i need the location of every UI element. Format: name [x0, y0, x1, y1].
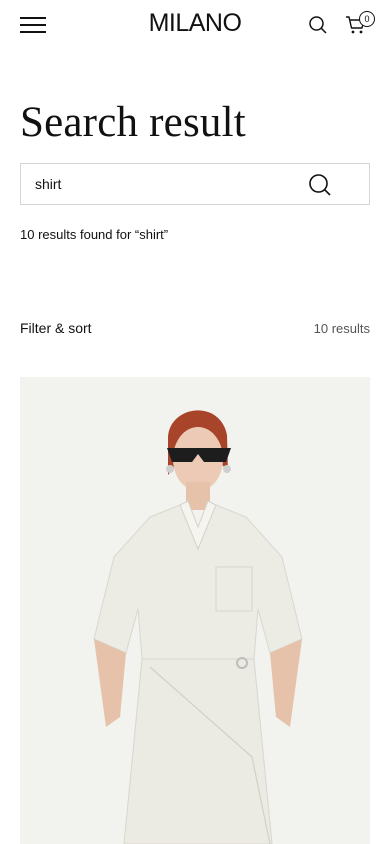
search-icon[interactable] [308, 15, 328, 35]
search-input[interactable] [35, 164, 305, 204]
results-count: 10 results [313, 321, 370, 336]
site-header: MILANO 0 [0, 0, 390, 50]
product-card[interactable] [20, 377, 370, 844]
search-field [20, 163, 370, 205]
filter-sort-button[interactable]: Filter & sort [20, 320, 92, 336]
cart-count-badge[interactable]: 0 [359, 11, 375, 27]
page-title: Search result [20, 99, 246, 146]
product-image[interactable] [20, 377, 370, 844]
results-summary: 10 results found for “shirt” [20, 227, 169, 242]
site-logo[interactable]: MILANO [0, 9, 390, 38]
search-submit-icon[interactable] [308, 173, 332, 197]
